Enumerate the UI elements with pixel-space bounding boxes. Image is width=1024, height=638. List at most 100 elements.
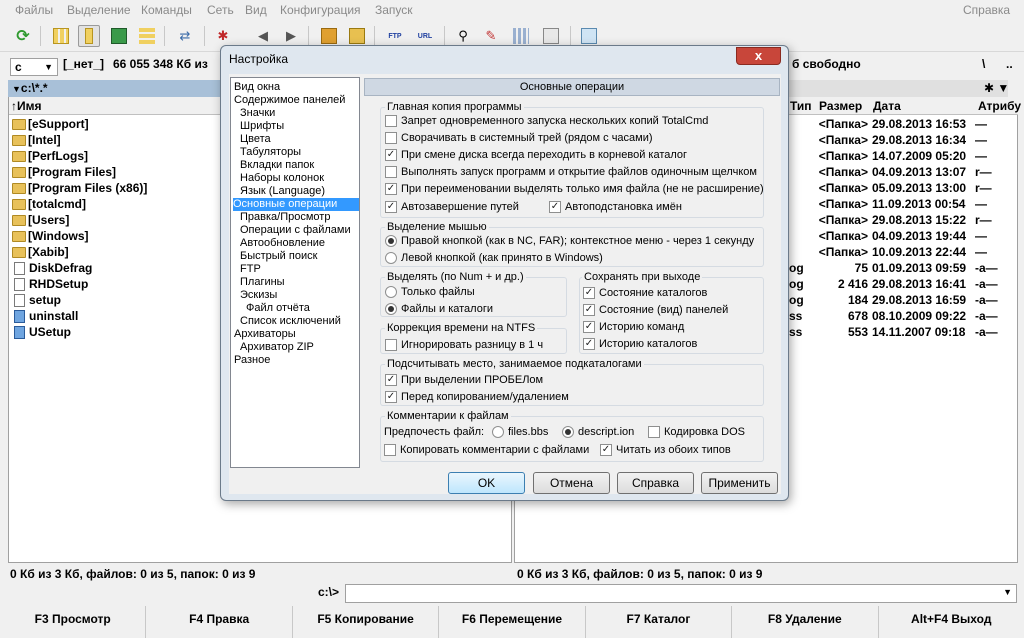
opt-rename-select-name[interactable]: ✓ При переименовании выделять только имя … (385, 182, 764, 196)
settings-tree-item[interactable]: Наборы колонок (234, 172, 324, 185)
swap-panels-icon[interactable]: ⇄ (174, 25, 196, 47)
checkbox[interactable] (385, 132, 397, 144)
notepad-icon[interactable] (578, 25, 600, 47)
file-row[interactable]: [Program Files] (12, 164, 116, 180)
ftp-connect-icon[interactable]: FTP (384, 25, 406, 47)
menu-help[interactable]: Справка (963, 3, 1010, 17)
radio[interactable] (385, 235, 397, 247)
opt-read-both-types[interactable]: ✓ Читать из обоих типов (600, 443, 731, 457)
search-binoculars-icon[interactable]: ⚲ (452, 25, 474, 47)
checkbox[interactable]: ✓ (385, 391, 397, 403)
multi-rename-icon[interactable]: ✎ (480, 25, 502, 47)
file-row[interactable]: [eSupport] (12, 116, 89, 132)
root-dir-button[interactable]: \ (982, 57, 985, 77)
tree-view-icon[interactable] (136, 25, 158, 47)
menu-launch[interactable]: Запуск (375, 3, 413, 17)
left-path-bar[interactable]: ▼c:\*.* (8, 80, 220, 97)
opt-path-autocomplete[interactable]: ✓ Автозавершение путей (385, 200, 519, 214)
sync-dirs-icon[interactable] (510, 25, 532, 47)
checkbox[interactable]: ✓ (385, 149, 397, 161)
file-row[interactable]: [Windows] (12, 228, 89, 244)
command-input[interactable]: ▼ (345, 584, 1017, 603)
opt-left-button-select[interactable]: Левой кнопкой (как принято в Windows) (385, 251, 603, 265)
settings-tree-item[interactable]: Правка/Просмотр (234, 211, 330, 224)
opt-minimize-tray[interactable]: Сворачивать в системный трей (рядом с ча… (385, 131, 653, 145)
opt-copy-comments[interactable]: Копировать комментарии с файлами (384, 443, 589, 457)
right-col-type[interactable]: Тип (790, 97, 812, 115)
right-col-date[interactable]: Дата (873, 97, 901, 115)
settings-tree-item[interactable]: Цвета (234, 133, 271, 146)
settings-tree-item[interactable]: FTP (234, 263, 261, 276)
opt-files-and-dirs[interactable]: Файлы и каталоги (385, 302, 493, 316)
checkbox[interactable] (384, 444, 396, 456)
file-row[interactable]: DiskDefrag (12, 260, 92, 276)
f3-view-button[interactable]: F3 Просмотр (0, 606, 147, 638)
radio[interactable] (385, 252, 397, 264)
chevron-down-icon[interactable]: ▼ (1003, 587, 1012, 597)
brief-view-icon[interactable] (50, 25, 72, 47)
settings-tree-item[interactable]: Быстрый поиск (234, 250, 317, 263)
opt-save-cmd-history[interactable]: ✓ Историю команд (583, 320, 684, 334)
file-row[interactable]: [Program Files (x86)] (12, 180, 147, 196)
checkbox[interactable]: ✓ (583, 287, 595, 299)
menu-selection[interactable]: Выделение (67, 3, 131, 17)
opt-descript-ion[interactable]: descript.ion (562, 425, 634, 439)
left-drive-selector[interactable]: c ▼ (10, 58, 58, 76)
f7-mkdir-button[interactable]: F7 Каталог (586, 606, 733, 638)
opt-save-dirs-state[interactable]: ✓ Состояние каталогов (583, 286, 707, 300)
file-row[interactable]: uninstall (12, 308, 78, 324)
checkbox[interactable] (385, 166, 397, 178)
close-button[interactable]: x (736, 47, 781, 65)
settings-tree-item[interactable]: Значки (234, 107, 275, 120)
menu-configuration[interactable]: Конфигурация (280, 3, 361, 17)
history-button[interactable]: ✱ ▼ (980, 80, 1020, 97)
settings-tree-item[interactable]: Плагины (234, 276, 285, 289)
settings-tree-item[interactable]: Вкладки папок (234, 159, 314, 172)
f8-delete-button[interactable]: F8 Удаление (732, 606, 879, 638)
compare-files-icon[interactable] (540, 25, 562, 47)
right-col-size[interactable]: Размер (819, 97, 862, 115)
radio[interactable] (492, 426, 504, 438)
file-row[interactable]: USetup (12, 324, 71, 340)
parent-dir-button[interactable]: .. (1006, 57, 1013, 77)
checkbox[interactable]: ✓ (385, 201, 397, 213)
file-row[interactable]: [Users] (12, 212, 69, 228)
opt-ignore-1h-diff[interactable]: Игнорировать разницу в 1 ч (385, 338, 543, 352)
opt-save-panels-state[interactable]: ✓ Состояние (вид) панелей (583, 303, 728, 317)
opt-space-on-select[interactable]: ✓ При выделении ПРОБЕЛом (385, 373, 543, 387)
settings-tree[interactable]: Вид окна Содержимое панелей Значки Шрифты Цв… (230, 77, 360, 468)
settings-tree-item[interactable]: Шрифты (234, 120, 284, 133)
apply-button[interactable]: Применить (701, 472, 778, 494)
pack-icon[interactable] (318, 25, 340, 47)
opt-files-bbs[interactable]: files.bbs (492, 425, 548, 439)
f5-copy-button[interactable]: F5 Копирование (293, 606, 440, 638)
radio[interactable] (385, 286, 397, 298)
back-arrow-icon[interactable]: ◀ (252, 25, 274, 47)
file-row[interactable]: RHDSetup (12, 276, 88, 292)
settings-tree-item[interactable]: Основные операции (233, 198, 359, 211)
checkbox[interactable] (385, 115, 397, 127)
file-row[interactable]: [Xabib] (12, 244, 69, 260)
file-row[interactable]: [PerfLogs] (12, 148, 88, 164)
checkbox[interactable]: ✓ (583, 321, 595, 333)
settings-tree-item[interactable]: Разное (234, 354, 270, 367)
left-col-name[interactable]: ↑Имя (9, 97, 220, 115)
settings-tree-item[interactable]: Вид окна (234, 81, 280, 94)
right-col-attr[interactable]: Атрибу (978, 97, 1021, 115)
menu-commands[interactable]: Команды (141, 3, 192, 17)
menu-network[interactable]: Сеть (207, 3, 234, 17)
menu-view[interactable]: Вид (245, 3, 267, 17)
help-button[interactable]: Справка (617, 472, 694, 494)
radio[interactable] (385, 303, 397, 315)
checkbox[interactable]: ✓ (600, 444, 612, 456)
checkbox[interactable] (648, 426, 660, 438)
opt-root-on-drive-change[interactable]: ✓ При смене диска всегда переходить в кор… (385, 148, 687, 162)
checkbox[interactable]: ✓ (385, 183, 397, 195)
thumbnails-icon[interactable] (108, 25, 130, 47)
opt-single-click[interactable]: Выполнять запуск программ и открытие фай… (385, 165, 757, 179)
f4-edit-button[interactable]: F4 Правка (146, 606, 293, 638)
menu-files[interactable]: Файлы (15, 3, 53, 17)
settings-tree-item[interactable]: Язык (Language) (234, 185, 325, 198)
full-view-icon[interactable] (78, 25, 100, 47)
forward-arrow-icon[interactable]: ▶ (280, 25, 302, 47)
